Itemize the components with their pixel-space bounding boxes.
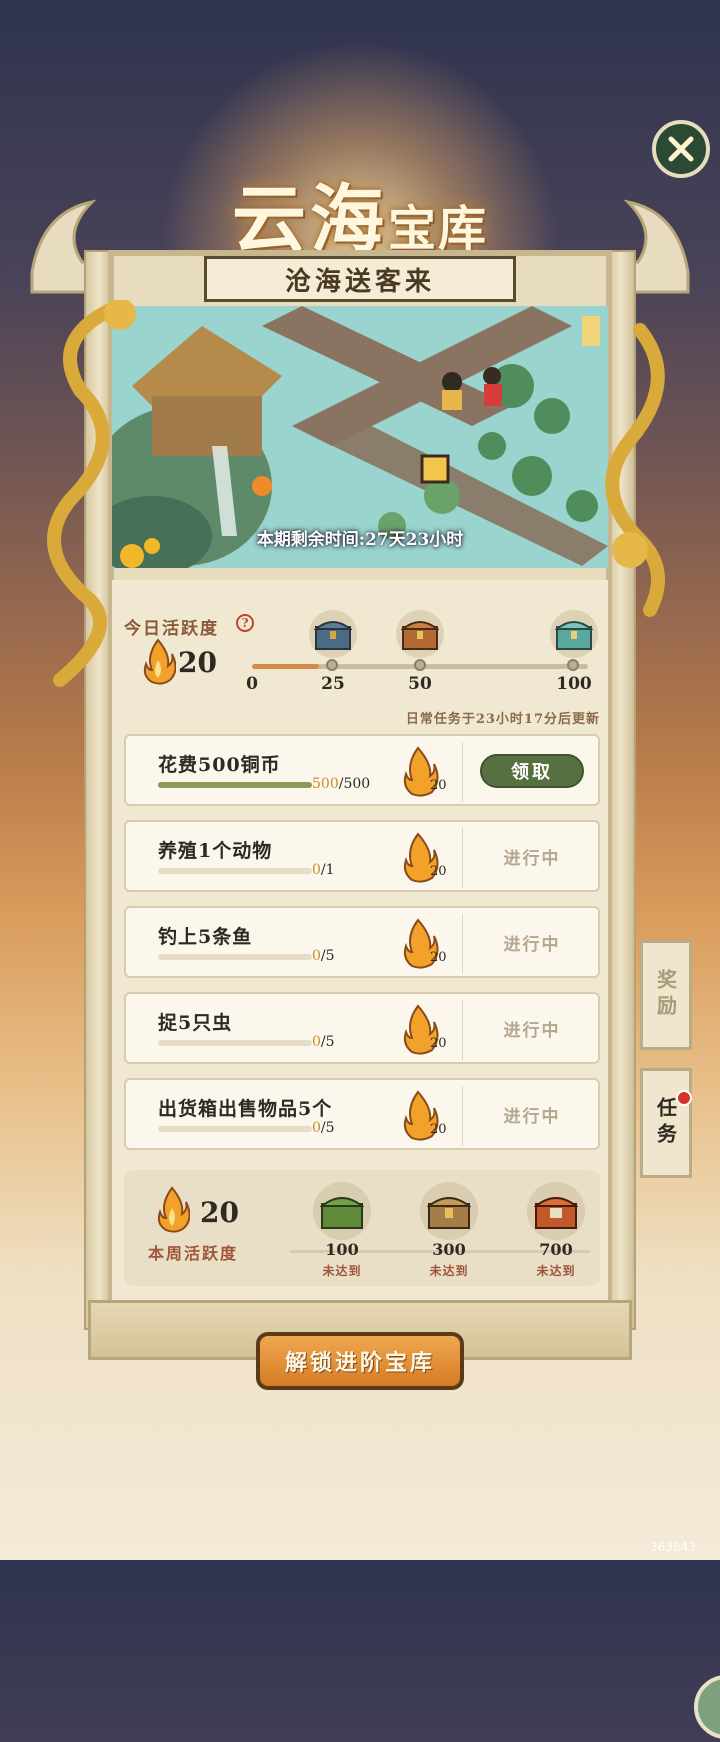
milestone-node-50 <box>414 659 426 671</box>
task-reward-value: 20 <box>430 864 447 879</box>
task-progress-current: 500 <box>312 776 339 792</box>
task-card-5: 出货箱出售物品5个 0/5 20 进行中 <box>124 1078 600 1150</box>
task-status: 进行中 <box>503 1021 561 1041</box>
daily-activity-value: 20 <box>178 646 217 679</box>
daily-chest-50[interactable] <box>396 610 444 658</box>
watermark: 363843 <box>650 1540 696 1554</box>
weekly-chest-700[interactable] <box>527 1182 585 1240</box>
weekly-threshold-700: 700 <box>539 1240 573 1259</box>
milestone-label-50: 50 <box>408 674 432 694</box>
daily-activity-label: 今日活跃度 <box>124 619 219 639</box>
daily-chest-100[interactable] <box>550 610 598 658</box>
task-progress-total: /5 <box>320 1120 335 1136</box>
jade-chest-icon <box>555 621 593 650</box>
milestone-label-25: 25 <box>321 674 345 694</box>
weekly-status-700: 未达到 <box>536 1264 576 1278</box>
task-progress-current: 0 <box>312 1034 321 1050</box>
green-chest-icon <box>320 1197 364 1229</box>
task-card-1: 花费500铜币 500/500 20 领取 <box>124 734 600 806</box>
milestone-label-0: 0 <box>246 674 258 694</box>
task-progress-text: 0/5 <box>312 1034 335 1050</box>
scene-illustration: 本期剩余时间:27天23小时 <box>112 306 608 568</box>
right-dragon-icon <box>605 323 665 617</box>
countdown-text: 本期剩余时间:27天23小时 <box>256 530 464 550</box>
weekly-activity-label: 本周活跃度 <box>148 1244 239 1263</box>
task-reward-value: 20 <box>430 1122 447 1137</box>
claim-button[interactable]: 领取 <box>480 754 584 788</box>
wooden-chest-icon <box>401 621 439 650</box>
task-name: 出货箱出售物品5个 <box>158 1098 333 1120</box>
weekly-chest-100[interactable] <box>313 1182 371 1240</box>
flame-icon <box>157 1186 190 1233</box>
task-progress-text: 0/5 <box>312 1120 335 1136</box>
task-divider <box>462 828 463 888</box>
weekly-status-100: 未达到 <box>322 1264 362 1278</box>
task-card-4: 捉5只虫 0/5 20 进行中 <box>124 992 600 1064</box>
task-progress-total: /5 <box>320 1034 335 1050</box>
task-divider <box>462 742 463 802</box>
task-progress-total: /5 <box>320 948 335 964</box>
task-progress-text: 500/500 <box>312 776 370 792</box>
weekly-status-300: 未达到 <box>429 1264 469 1278</box>
task-name: 养殖1个动物 <box>158 840 273 862</box>
milestone-node-25 <box>326 659 338 671</box>
side-menu-icon[interactable] <box>692 1672 720 1742</box>
task-divider <box>462 1000 463 1060</box>
tab-task[interactable]: 任务 <box>640 1068 692 1178</box>
task-progress-bar <box>158 868 312 874</box>
task-progress-bar <box>158 954 312 960</box>
daily-refresh-note: 日常任务于23小时17分后更新 <box>405 712 600 727</box>
task-name: 花费500铜币 <box>158 754 281 776</box>
daily-chest-25[interactable] <box>309 610 357 658</box>
task-divider <box>462 1086 463 1146</box>
help-icon[interactable]: ? <box>236 614 254 632</box>
task-progress-fill <box>158 782 312 788</box>
task-progress-total: /500 <box>338 776 371 792</box>
ornate-chest-icon <box>534 1197 578 1229</box>
task-progress-total: /1 <box>320 862 335 878</box>
task-progress-bar <box>158 782 312 788</box>
weekly-threshold-300: 300 <box>432 1240 466 1259</box>
task-progress-bar <box>158 1126 312 1132</box>
milestone-node-100 <box>567 659 579 671</box>
task-progress-text: 0/1 <box>312 862 335 878</box>
task-reward-value: 20 <box>430 778 447 793</box>
task-reward-value: 20 <box>430 950 447 965</box>
blue-chest-icon <box>314 621 352 650</box>
task-name: 钓上5条鱼 <box>158 926 253 948</box>
weekly-chest-300[interactable] <box>420 1182 478 1240</box>
task-status: 进行中 <box>503 849 561 869</box>
daily-progress-fill <box>252 664 320 669</box>
task-status: 进行中 <box>503 1107 561 1127</box>
notification-dot <box>676 1090 692 1106</box>
brown-chest-icon <box>427 1197 471 1229</box>
task-progress-current: 0 <box>312 948 321 964</box>
weekly-activity-value: 20 <box>200 1196 239 1229</box>
task-progress-current: 0 <box>312 862 321 878</box>
task-name: 捉5只虫 <box>158 1012 233 1034</box>
flame-icon <box>143 638 176 685</box>
task-card-3: 钓上5条鱼 0/5 20 进行中 <box>124 906 600 978</box>
task-reward-value: 20 <box>430 1036 447 1051</box>
task-progress-current: 0 <box>312 1120 321 1136</box>
unlock-advanced-vault-button[interactable]: 解锁进阶宝库 <box>256 1332 464 1390</box>
task-divider <box>462 914 463 974</box>
subtitle-plaque: 沧海送客来 <box>204 256 516 302</box>
task-progress-bar <box>158 1040 312 1046</box>
tab-reward[interactable]: 奖励 <box>640 940 692 1050</box>
weekly-threshold-100: 100 <box>325 1240 359 1259</box>
task-progress-text: 0/5 <box>312 948 335 964</box>
task-status: 进行中 <box>503 935 561 955</box>
milestone-label-100: 100 <box>556 674 592 694</box>
task-card-2: 养殖1个动物 0/1 20 进行中 <box>124 820 600 892</box>
